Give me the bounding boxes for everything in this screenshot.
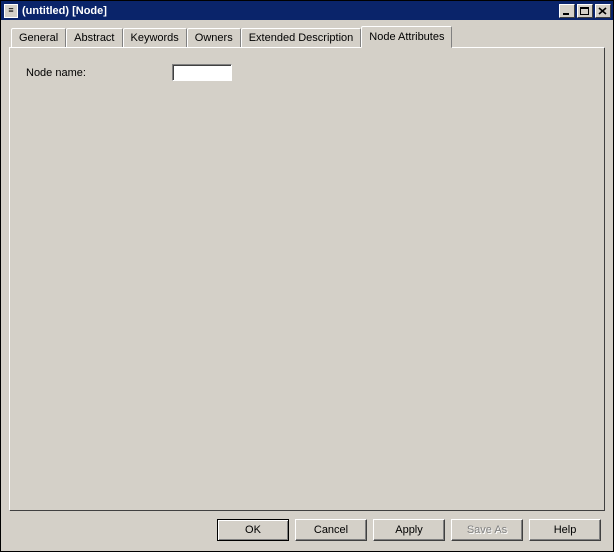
window-icon: ≡ — [4, 4, 18, 18]
save-as-button: Save As — [451, 519, 523, 541]
field-row-node-name: Node name: — [26, 64, 588, 81]
help-button[interactable]: Help — [529, 519, 601, 541]
tab-general[interactable]: General — [11, 28, 66, 48]
titlebar: ≡ (untitled) [Node] — [1, 1, 613, 20]
dialog-window: ≡ (untitled) [Node] General Abstract Key… — [0, 0, 614, 552]
apply-button[interactable]: Apply — [373, 519, 445, 541]
node-name-input[interactable] — [172, 64, 232, 81]
minimize-button[interactable] — [559, 4, 575, 18]
ok-button[interactable]: OK — [217, 519, 289, 541]
close-button[interactable] — [595, 4, 611, 18]
tab-keywords[interactable]: Keywords — [123, 28, 187, 48]
tab-label: Abstract — [74, 32, 114, 44]
tab-node-attributes[interactable]: Node Attributes — [361, 26, 452, 48]
tab-label: General — [19, 32, 58, 44]
tab-label: Keywords — [131, 32, 179, 44]
node-name-label: Node name: — [26, 67, 166, 79]
window-title: (untitled) [Node] — [22, 5, 559, 17]
button-bar: OK Cancel Apply Save As Help — [9, 511, 605, 543]
tab-label: Extended Description — [249, 32, 354, 44]
tab-strip: General Abstract Keywords Owners Extende… — [9, 26, 605, 47]
tab-panel-node-attributes: Node name: — [9, 47, 605, 511]
cancel-button[interactable]: Cancel — [295, 519, 367, 541]
tab-label: Node Attributes — [369, 31, 444, 43]
title-buttons — [559, 4, 611, 18]
client-area: General Abstract Keywords Owners Extende… — [1, 20, 613, 551]
tab-extended-description[interactable]: Extended Description — [241, 28, 362, 48]
tab-label: Owners — [195, 32, 233, 44]
tab-owners[interactable]: Owners — [187, 28, 241, 48]
maximize-button[interactable] — [577, 4, 593, 18]
tab-abstract[interactable]: Abstract — [66, 28, 122, 48]
